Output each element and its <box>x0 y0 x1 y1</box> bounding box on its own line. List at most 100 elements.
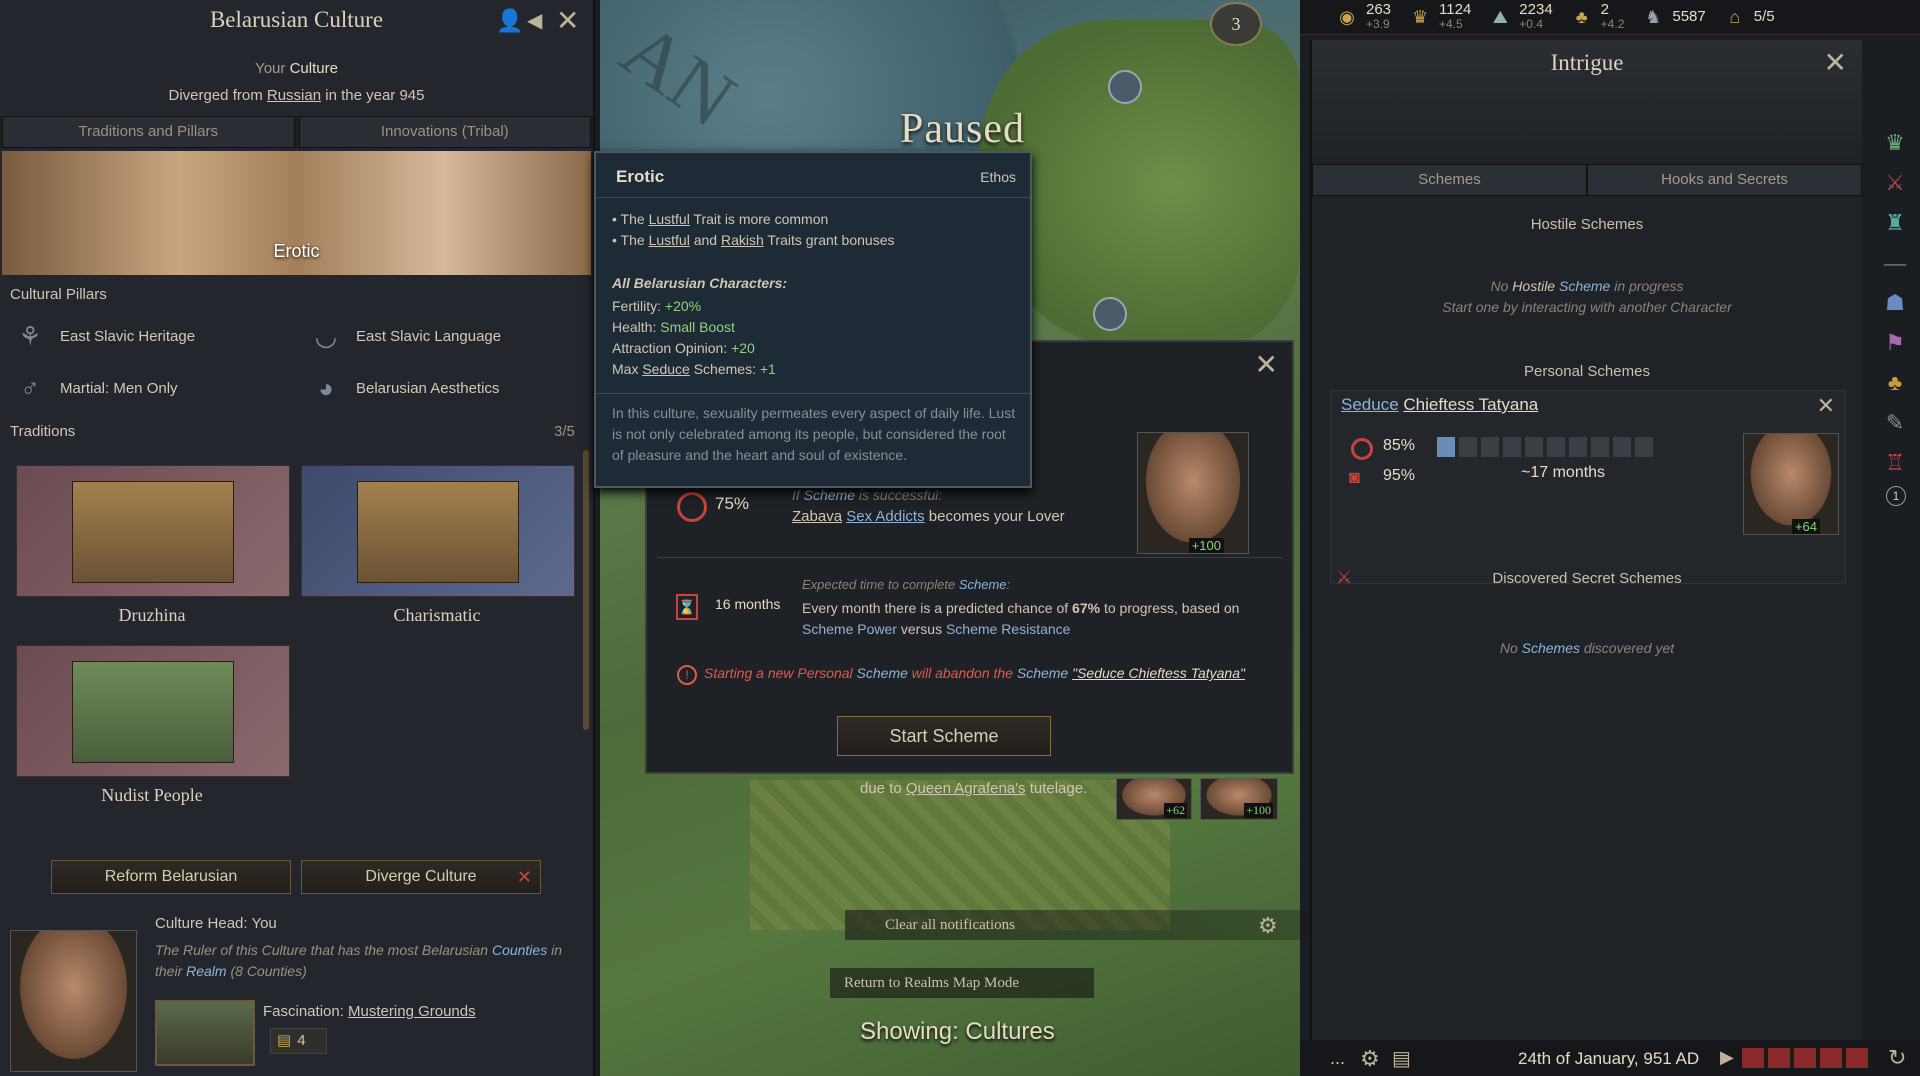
play-icon[interactable]: ▶ <box>1720 1047 1734 1068</box>
realm-icon[interactable]: ♛ <box>1878 126 1912 160</box>
tutelage-portrait[interactable]: +62 <box>1116 778 1192 820</box>
tradition-card-druzhina[interactable] <box>16 465 290 597</box>
realm-link[interactable]: Realm <box>186 963 226 979</box>
if-pre: If <box>792 487 800 503</box>
scheme-link[interactable]: Scheme <box>959 577 1007 592</box>
scheme-target-link[interactable]: Chieftess Tatyana <box>1403 395 1538 414</box>
diverge-culture-button[interactable]: Diverge Culture ✕ <box>301 860 541 894</box>
modifier-label: Attraction Opinion: <box>612 340 728 356</box>
tab-traditions-pillars[interactable]: Traditions and Pillars <box>2 116 295 148</box>
your-culture-line: Your Culture <box>0 60 593 77</box>
trait-link[interactable]: Lustful <box>649 232 690 248</box>
pillar-label: Martial: Men Only <box>60 379 178 397</box>
close-icon[interactable]: ✕ <box>556 4 579 38</box>
prestige-delta: +4.5 <box>1439 17 1463 31</box>
close-icon[interactable]: ✕ <box>1824 46 1847 79</box>
target-portrait[interactable]: +100 <box>1137 432 1249 554</box>
abandon-warning: Starting a new Personal Scheme will aban… <box>704 665 1245 681</box>
more-menu-button[interactable]: ... <box>1330 1048 1345 1069</box>
close-icon[interactable]: ✕ <box>1255 348 1278 381</box>
refresh-icon[interactable]: ↻ <box>1888 1045 1906 1071</box>
scheme-link[interactable]: Scheme <box>804 487 855 503</box>
domain-resource[interactable]: ⌂ 5/5 <box>1722 7 1774 27</box>
decisions-icon[interactable]: ✎ <box>1878 406 1912 440</box>
culture-head-portrait[interactable] <box>10 930 137 1072</box>
holding-icon[interactable] <box>1108 70 1142 104</box>
tradition-label: Druzhina <box>118 605 186 625</box>
scheme-power-link[interactable]: Scheme Power <box>802 621 897 637</box>
tradition-card-charismatic[interactable] <box>301 465 575 597</box>
gold-resource[interactable]: ◉ 263 +3.9 <box>1334 2 1391 31</box>
return-map-mode-button[interactable]: Return to Realms Map Mode <box>830 968 1094 998</box>
current-scheme-link[interactable]: "Seduce Chieftess Tatyana" <box>1072 665 1245 681</box>
traditions-scrollbar[interactable] <box>583 450 589 730</box>
domain-icon: ⌂ <box>1729 7 1741 27</box>
bullet-text: Traits grant bonuses <box>767 232 895 248</box>
tradition-card-nudist[interactable] <box>16 645 290 777</box>
trait-link[interactable]: Lustful <box>649 211 690 227</box>
person-icon[interactable]: 👤 <box>496 8 523 34</box>
military-icon[interactable]: ⚔ <box>1878 166 1912 200</box>
fascination-link[interactable]: Mustering Grounds <box>348 1003 476 1020</box>
holding-icon[interactable] <box>1093 297 1127 331</box>
fascination-image[interactable] <box>155 1000 255 1066</box>
gear-icon[interactable]: ⚙ <box>1258 913 1278 939</box>
tutelage-pre: due to <box>860 780 902 797</box>
speed-indicator[interactable] <box>1742 1048 1872 1068</box>
seduce-link[interactable]: Seduce <box>642 361 689 377</box>
court-icon[interactable]: ☗ <box>1878 286 1912 320</box>
schemes-link[interactable]: Schemes <box>1522 640 1580 656</box>
pillar-heritage[interactable]: ⚘ East Slavic Heritage <box>12 318 195 354</box>
personal-scheme-card[interactable]: Seduce Chieftess Tatyana ✕ 85% ◙ 95% ~17… <box>1330 390 1846 584</box>
game-date[interactable]: 24th of January, 951 AD <box>1518 1049 1699 1069</box>
dynasty-icon[interactable]: ♣ <box>1878 366 1912 400</box>
target-portrait[interactable]: +64 <box>1743 433 1839 535</box>
dynasty-resource[interactable]: ♣ 2 +4.2 <box>1569 2 1625 31</box>
tutor-link[interactable]: Queen Agrafena's <box>906 780 1026 797</box>
pillar-aesthetics[interactable]: ◕ Belarusian Aesthetics <box>308 370 499 406</box>
ethos-banner[interactable]: Erotic <box>2 151 591 275</box>
all-characters-label: All Belarusian Characters: <box>612 275 788 291</box>
pillar-language[interactable]: ◡ East Slavic Language <box>308 318 501 354</box>
close-icon[interactable]: ✕ <box>1817 393 1835 419</box>
progress-segment <box>1525 437 1543 457</box>
prestige-resource[interactable]: ♛ 1124 +4.5 <box>1407 2 1471 31</box>
parent-culture-link[interactable]: Russian <box>267 87 321 104</box>
hostile-hint: Start one by interacting with another Ch… <box>1442 299 1732 315</box>
target-name-link[interactable]: Zabava <box>792 508 842 525</box>
lifestyle-icon[interactable]: ♖ <box>1878 446 1912 480</box>
result-text: becomes your Lover <box>928 508 1065 525</box>
province-count-marker[interactable]: 3 <box>1210 2 1262 46</box>
progress-segment <box>1547 437 1565 457</box>
council-icon[interactable]: ♜ <box>1878 206 1912 240</box>
hostile-word: Hostile <box>1512 278 1556 294</box>
soldiers-resource[interactable]: ♞ 5587 <box>1640 7 1705 27</box>
faith-icon[interactable]: ⚑ <box>1878 326 1912 360</box>
encyclopedia-icon[interactable]: ▤ <box>1392 1046 1411 1071</box>
modifier-max-seduce: Max Seduce Schemes: +1 <box>612 359 776 380</box>
piety-resource[interactable]: ⛰ 2234 +0.4 <box>1487 1 1553 31</box>
clear-notifications-button[interactable]: Clear all notifications <box>845 910 1315 940</box>
scheme-resistance-link[interactable]: Scheme Resistance <box>946 621 1071 637</box>
target-house-link[interactable]: Sex Addicts <box>846 508 924 525</box>
scheme-link[interactable]: Scheme <box>857 665 908 681</box>
clear-notifications-label: Clear all notifications <box>885 917 1015 933</box>
scheme-link[interactable]: Scheme <box>1559 278 1610 294</box>
bottom-bar: ... ⚙ ▤ 24th of January, 951 AD ▶ ↻ <box>1300 1040 1920 1076</box>
tutelage-portrait[interactable]: +100 <box>1200 778 1278 820</box>
tab-schemes[interactable]: Schemes <box>1312 164 1587 196</box>
piety-value: 2234 <box>1519 1 1553 18</box>
start-scheme-button[interactable]: Start Scheme <box>837 716 1051 756</box>
warning-icon: ! <box>677 665 697 685</box>
trait-link[interactable]: Rakish <box>721 232 764 248</box>
tab-innovations[interactable]: Innovations (Tribal) <box>298 116 591 148</box>
gear-icon[interactable]: ⚙ <box>1360 1046 1380 1072</box>
seduce-link[interactable]: Seduce <box>1341 395 1399 414</box>
pillar-martial[interactable]: ♂ Martial: Men Only <box>12 370 178 406</box>
counties-link[interactable]: Counties <box>492 942 547 958</box>
back-arrow-icon[interactable]: ◀ <box>527 8 542 33</box>
scheme-link[interactable]: Scheme <box>1017 665 1068 681</box>
reform-culture-button[interactable]: Reform Belarusian <box>51 860 291 894</box>
hostile-none-line: No Hostile Scheme in progress <box>1312 278 1862 294</box>
tab-hooks-secrets[interactable]: Hooks and Secrets <box>1587 164 1862 196</box>
